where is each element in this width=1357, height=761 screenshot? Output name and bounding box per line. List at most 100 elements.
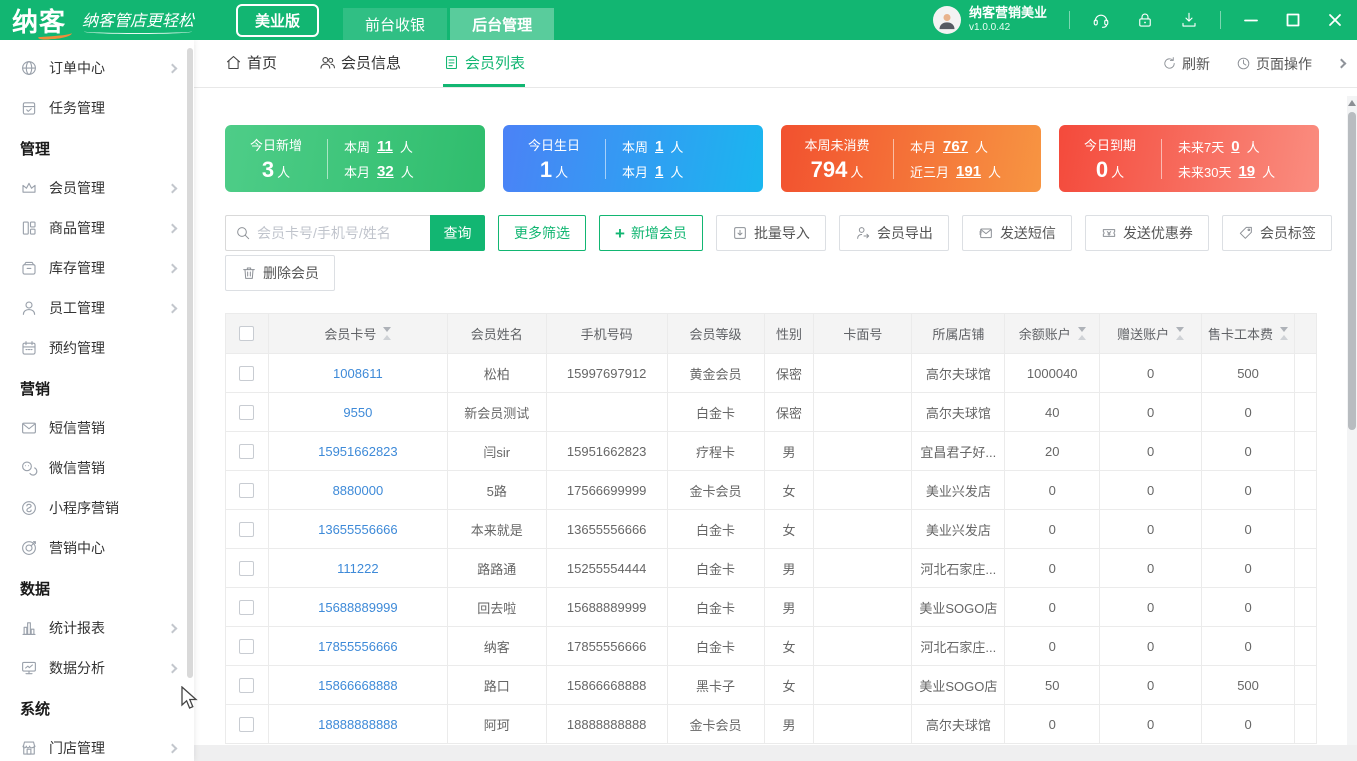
search-button[interactable]: 查询 xyxy=(430,215,485,251)
edition-badge[interactable]: 美业版 xyxy=(236,3,320,37)
sidebar-item-goods-manage[interactable]: 商品管理 xyxy=(0,208,194,248)
table-row: 9550 新会员测试 白金卡 保密 高尔夫球馆 40 0 0 xyxy=(226,393,1317,432)
card-sub-value[interactable]: 1 xyxy=(655,163,663,180)
more-filter-button[interactable]: 更多筛选 xyxy=(498,215,586,251)
member-tag-button[interactable]: 会员标签 xyxy=(1221,215,1332,251)
row-checkbox[interactable] xyxy=(239,404,255,420)
header-card-no[interactable]: 会员卡号 xyxy=(268,314,448,354)
card-sub-value[interactable]: 767 xyxy=(943,138,968,155)
user-block[interactable]: 纳客营销美业 v1.0.0.42 xyxy=(932,5,1047,35)
row-checkbox[interactable] xyxy=(239,560,255,576)
sidebar-item-member-manage[interactable]: 会员管理 xyxy=(0,168,194,208)
table-row: 17855556666 纳客 17855556666 白金卡 女 河北石家庄..… xyxy=(226,627,1317,666)
tab-home[interactable]: 首页 xyxy=(225,40,277,87)
sidebar-item-label: 任务管理 xyxy=(49,100,105,116)
row-checkbox[interactable] xyxy=(239,677,255,693)
stat-card-no-consume-week[interactable]: 本周未消费 794 人 本月 767 人 近三月 191 人 xyxy=(781,125,1041,192)
scrollbar-thumb[interactable] xyxy=(1348,112,1356,430)
sidebar-item-wechat-marketing[interactable]: 微信营销 xyxy=(0,448,194,488)
member-card-no-link[interactable]: 9550 xyxy=(343,405,372,420)
sidebar-item-booking-manage[interactable]: 预约管理 xyxy=(0,328,194,368)
member-card-no-link[interactable]: 15688889999 xyxy=(318,600,398,615)
card-sub-value[interactable]: 191 xyxy=(956,163,981,180)
nav-tab-front-cashier[interactable]: 前台收银 xyxy=(343,8,448,40)
member-extra-cell xyxy=(1295,588,1317,627)
close-icon[interactable] xyxy=(1327,12,1343,28)
sort-icon[interactable] xyxy=(1176,327,1185,340)
scroll-up-arrow[interactable] xyxy=(1348,100,1356,106)
sidebar-item-data-analysis[interactable]: 数据分析 xyxy=(0,648,194,688)
member-export-button[interactable]: 会员导出 xyxy=(838,215,949,251)
delete-member-button[interactable]: 删除会员 xyxy=(225,255,335,291)
download-icon[interactable] xyxy=(1180,11,1198,29)
send-coupon-button[interactable]: 发送优惠券 xyxy=(1084,215,1209,251)
card-main-label: 今日生日 xyxy=(527,137,580,153)
sidebar-item-order-center[interactable]: 订单中心 xyxy=(0,48,194,88)
member-gender-cell: 保密 xyxy=(764,393,815,432)
card-sub-value[interactable]: 11 xyxy=(377,138,393,155)
card-sub-value[interactable]: 32 xyxy=(377,163,394,180)
sort-icon[interactable] xyxy=(1077,327,1086,340)
member-card-fee-cell: 0 xyxy=(1202,549,1296,588)
stat-card-new-today[interactable]: 今日新增 3人 本周 11 人 本月 32 人 xyxy=(225,125,485,192)
batch-import-button[interactable]: 批量导入 xyxy=(715,215,826,251)
nav-tab-backend-manage[interactable]: 后台管理 xyxy=(450,8,555,40)
refresh-button[interactable]: 刷新 xyxy=(1162,54,1210,74)
sidebar-item-marketing-center[interactable]: 营销中心 xyxy=(0,528,194,568)
customer-service-icon[interactable] xyxy=(1092,11,1110,29)
sidebar-item-miniapp-marketing[interactable]: 小程序营销 xyxy=(0,488,194,528)
lock-icon[interactable] xyxy=(1136,11,1154,29)
sidebar-item-label: 短信营销 xyxy=(49,420,105,436)
member-card-no-link[interactable]: 18888888888 xyxy=(318,717,398,732)
row-checkbox[interactable] xyxy=(239,638,255,654)
toolbar-secondary: 删除会员 xyxy=(225,255,1357,291)
card-main-value: 1人 xyxy=(539,156,569,182)
member-store-cell: 高尔夫球馆 xyxy=(912,354,1006,393)
person-icon xyxy=(22,301,36,315)
row-checkbox[interactable] xyxy=(239,521,255,537)
sidebar-item-inventory-manage[interactable]: 库存管理 xyxy=(0,248,194,288)
search-input[interactable] xyxy=(257,225,417,241)
send-sms-button[interactable]: 发送短信 xyxy=(961,215,1072,251)
page-tab-bar: 首页 会员信息 会员列表 刷新 页面操作 xyxy=(194,40,1357,88)
row-checkbox[interactable] xyxy=(239,599,255,615)
sidebar-item-sms-marketing[interactable]: 短信营销 xyxy=(0,408,194,448)
card-sub-value[interactable]: 19 xyxy=(1238,163,1255,180)
stat-card-expire-today[interactable]: 今日到期 0人 未来7天 0 人 未来30天 19 人 xyxy=(1059,125,1319,192)
member-card-no-link[interactable]: 13655556666 xyxy=(318,522,398,537)
sidebar-item-label: 营销中心 xyxy=(49,540,105,556)
sidebar-item-store-manage[interactable]: 门店管理 xyxy=(0,728,194,761)
select-all-checkbox[interactable] xyxy=(239,326,255,341)
card-sub-value[interactable]: 1 xyxy=(655,138,663,155)
member-card-no-link[interactable]: 17855556666 xyxy=(318,639,398,654)
sort-icon[interactable] xyxy=(1280,327,1289,340)
chevron-right-icon[interactable] xyxy=(1336,58,1347,69)
sidebar-item-report[interactable]: 统计报表 xyxy=(0,608,194,648)
tab-member-list[interactable]: 会员列表 xyxy=(443,40,526,87)
member-card-no-link[interactable]: 8880000 xyxy=(333,483,384,498)
minimize-icon[interactable] xyxy=(1243,12,1259,28)
member-card-no-link[interactable]: 15951662823 xyxy=(318,444,398,459)
page-operations-button[interactable]: 页面操作 xyxy=(1236,54,1312,74)
header-balance[interactable]: 余额账户 xyxy=(1005,314,1101,354)
row-checkbox[interactable] xyxy=(239,716,255,732)
add-member-button[interactable]: + 新增会员 xyxy=(599,215,703,251)
main-scrollbar[interactable] xyxy=(1347,96,1357,761)
tab-member-info[interactable]: 会员信息 xyxy=(319,40,401,87)
sort-icon[interactable] xyxy=(383,327,392,340)
member-extra-cell xyxy=(1295,510,1317,549)
sidebar-scrollbar[interactable] xyxy=(187,48,193,678)
header-gift[interactable]: 赠送账户 xyxy=(1100,314,1203,354)
maximize-icon[interactable] xyxy=(1285,12,1301,28)
member-card-no-link[interactable]: 15866668888 xyxy=(318,678,398,693)
header-card-fee[interactable]: 售卡工本费 xyxy=(1202,314,1296,354)
sidebar-item-task-manage[interactable]: 任务管理 xyxy=(0,88,194,128)
member-card-no-link[interactable]: 111222 xyxy=(337,561,378,576)
card-sub-value[interactable]: 0 xyxy=(1231,138,1239,155)
row-checkbox[interactable] xyxy=(239,482,255,498)
row-checkbox[interactable] xyxy=(239,443,255,459)
sidebar-item-staff-manage[interactable]: 员工管理 xyxy=(0,288,194,328)
row-checkbox[interactable] xyxy=(239,365,255,381)
member-card-no-link[interactable]: 1008611 xyxy=(333,366,383,381)
stat-card-birthday-today[interactable]: 今日生日 1人 本周 1 人 本月 1 人 xyxy=(503,125,763,192)
